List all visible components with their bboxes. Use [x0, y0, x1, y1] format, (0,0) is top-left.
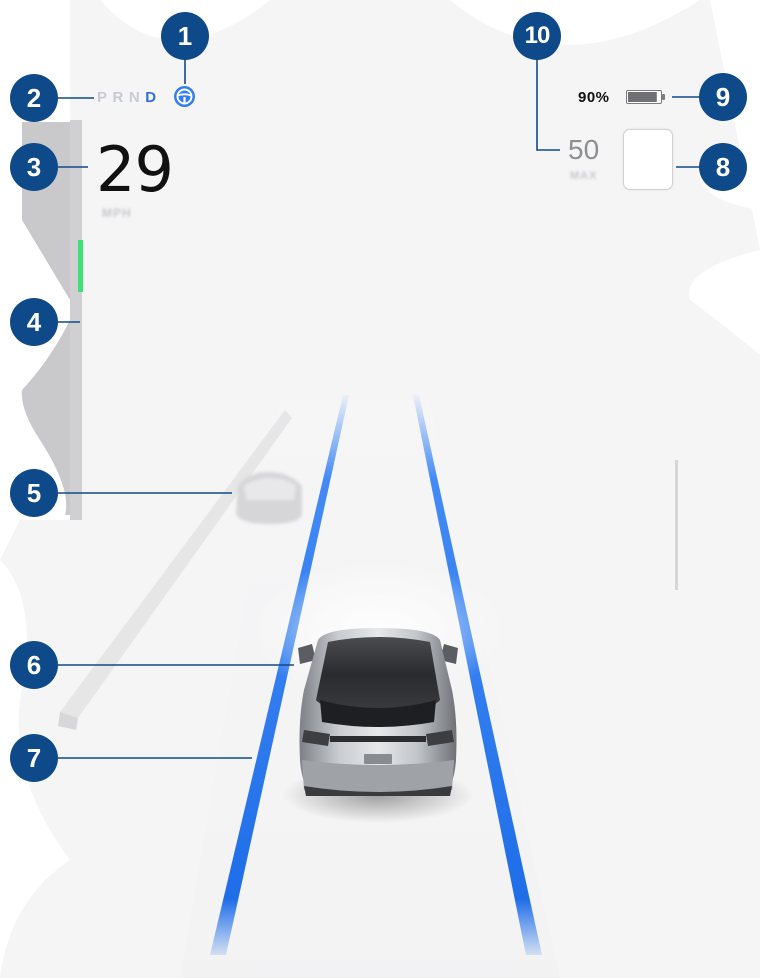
gear-selector: PRND: [97, 89, 162, 106]
speed-limit-unit: MAX: [570, 170, 598, 182]
steering-wheel-icon: [174, 86, 195, 107]
battery-icon: [626, 90, 666, 104]
speed-readout: 29: [96, 133, 174, 206]
callout-5: 5: [10, 469, 58, 517]
blind-spot-green-marker: [78, 240, 83, 292]
gear-n: N: [128, 89, 141, 106]
callout-2: 2: [10, 74, 58, 122]
driving-visualization-screen: PRND 29 MPH 90% 50 MAX 1 2 3 4 5 6 7 8 9…: [0, 0, 760, 978]
callout-7: 7: [10, 734, 58, 782]
other-vehicle: [236, 472, 302, 524]
gear-r: R: [112, 89, 124, 106]
gear-d: D: [145, 89, 157, 106]
callout-8: 8: [699, 143, 747, 191]
callout-3: 3: [10, 143, 58, 191]
callout-6: 6: [10, 641, 58, 689]
callout-4: 4: [10, 298, 58, 346]
battery-percent: 90%: [578, 89, 610, 106]
ego-vehicle: [283, 628, 473, 823]
speed-unit-label: MPH: [102, 206, 132, 220]
callout-1: 1: [161, 12, 209, 60]
callout-10: 10: [513, 12, 561, 60]
callout-9: 9: [699, 73, 747, 121]
speed-limit-sign: [623, 129, 673, 190]
speed-limit-value: 50: [568, 134, 600, 165]
gear-p: P: [97, 89, 108, 106]
